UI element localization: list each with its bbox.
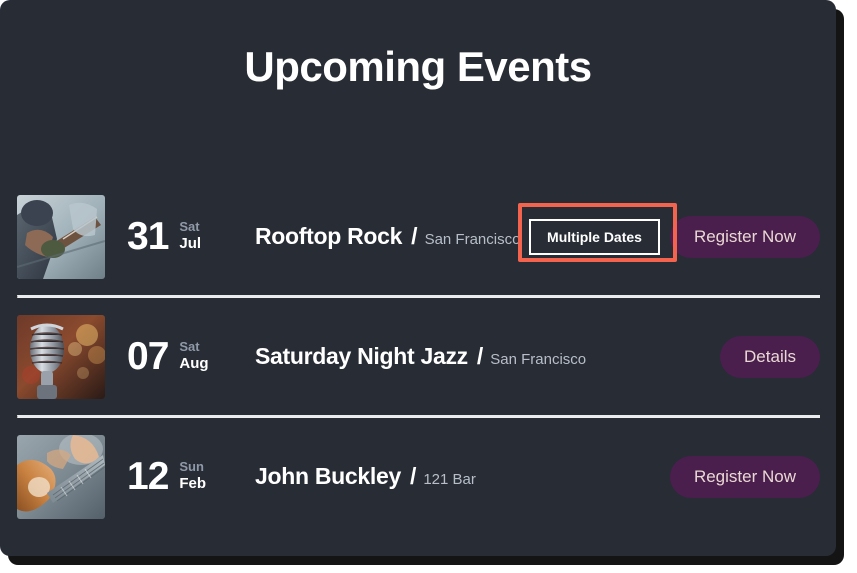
event-day: 31 bbox=[127, 215, 169, 258]
event-info: John Buckley / 121 Bar bbox=[255, 463, 660, 490]
event-thumbnail-vintage-microphone bbox=[17, 314, 105, 399]
page-title: Upcoming Events bbox=[244, 43, 592, 90]
event-row[interactable]: 12 Sun Feb John Buckley / 121 Bar Regist… bbox=[17, 418, 820, 535]
event-separator: / bbox=[409, 463, 417, 489]
event-thumbnail-bass-guitarist bbox=[17, 194, 105, 279]
event-date: 31 Sat Jul bbox=[127, 217, 245, 256]
event-venue: San Francisco bbox=[490, 351, 587, 368]
event-separator: / bbox=[476, 343, 484, 369]
event-actions: Register Now bbox=[669, 455, 820, 498]
event-month: Feb bbox=[179, 475, 207, 493]
event-row[interactable]: 31 Sat Jul Rooftop Rock / San Francisco … bbox=[17, 178, 820, 295]
register-now-button[interactable]: Register Now bbox=[669, 455, 820, 498]
event-month: Jul bbox=[179, 235, 202, 253]
event-date: 12 Sun Feb bbox=[127, 457, 245, 496]
event-weekday: Sat bbox=[179, 219, 200, 234]
event-day: 12 bbox=[127, 455, 169, 498]
event-venue: San Francisco bbox=[424, 231, 521, 248]
event-month: Aug bbox=[179, 355, 209, 373]
event-separator: / bbox=[411, 223, 418, 249]
event-weekday: Sat bbox=[179, 339, 200, 354]
event-info: Saturday Night Jazz / San Francisco bbox=[255, 343, 710, 370]
event-list: 31 Sat Jul Rooftop Rock / San Francisco … bbox=[17, 178, 820, 535]
event-name: Saturday Night Jazz bbox=[255, 343, 468, 369]
details-button[interactable]: Details bbox=[720, 335, 820, 378]
upcoming-events-card: Upcoming Events 31 Sat Jul Rooftop Rock … bbox=[0, 0, 836, 556]
event-actions: Details bbox=[720, 335, 820, 378]
event-info: Rooftop Rock / San Francisco bbox=[255, 223, 521, 250]
event-name: Rooftop Rock bbox=[255, 223, 403, 249]
register-now-button[interactable]: Register Now bbox=[669, 215, 820, 258]
event-name: John Buckley bbox=[255, 463, 401, 489]
event-actions: Multiple Dates Register Now bbox=[529, 215, 820, 258]
event-venue: 121 Bar bbox=[423, 471, 476, 488]
multiple-dates-button[interactable]: Multiple Dates bbox=[529, 218, 660, 255]
event-row[interactable]: 07 Sat Aug Saturday Night Jazz / San Fra… bbox=[17, 298, 820, 415]
event-thumbnail-acoustic-guitar bbox=[17, 434, 105, 519]
event-date: 07 Sat Aug bbox=[127, 337, 245, 376]
event-weekday: Sun bbox=[179, 459, 204, 474]
page-root: Upcoming Events 31 Sat Jul Rooftop Rock … bbox=[0, 0, 857, 573]
event-day: 07 bbox=[127, 335, 169, 378]
